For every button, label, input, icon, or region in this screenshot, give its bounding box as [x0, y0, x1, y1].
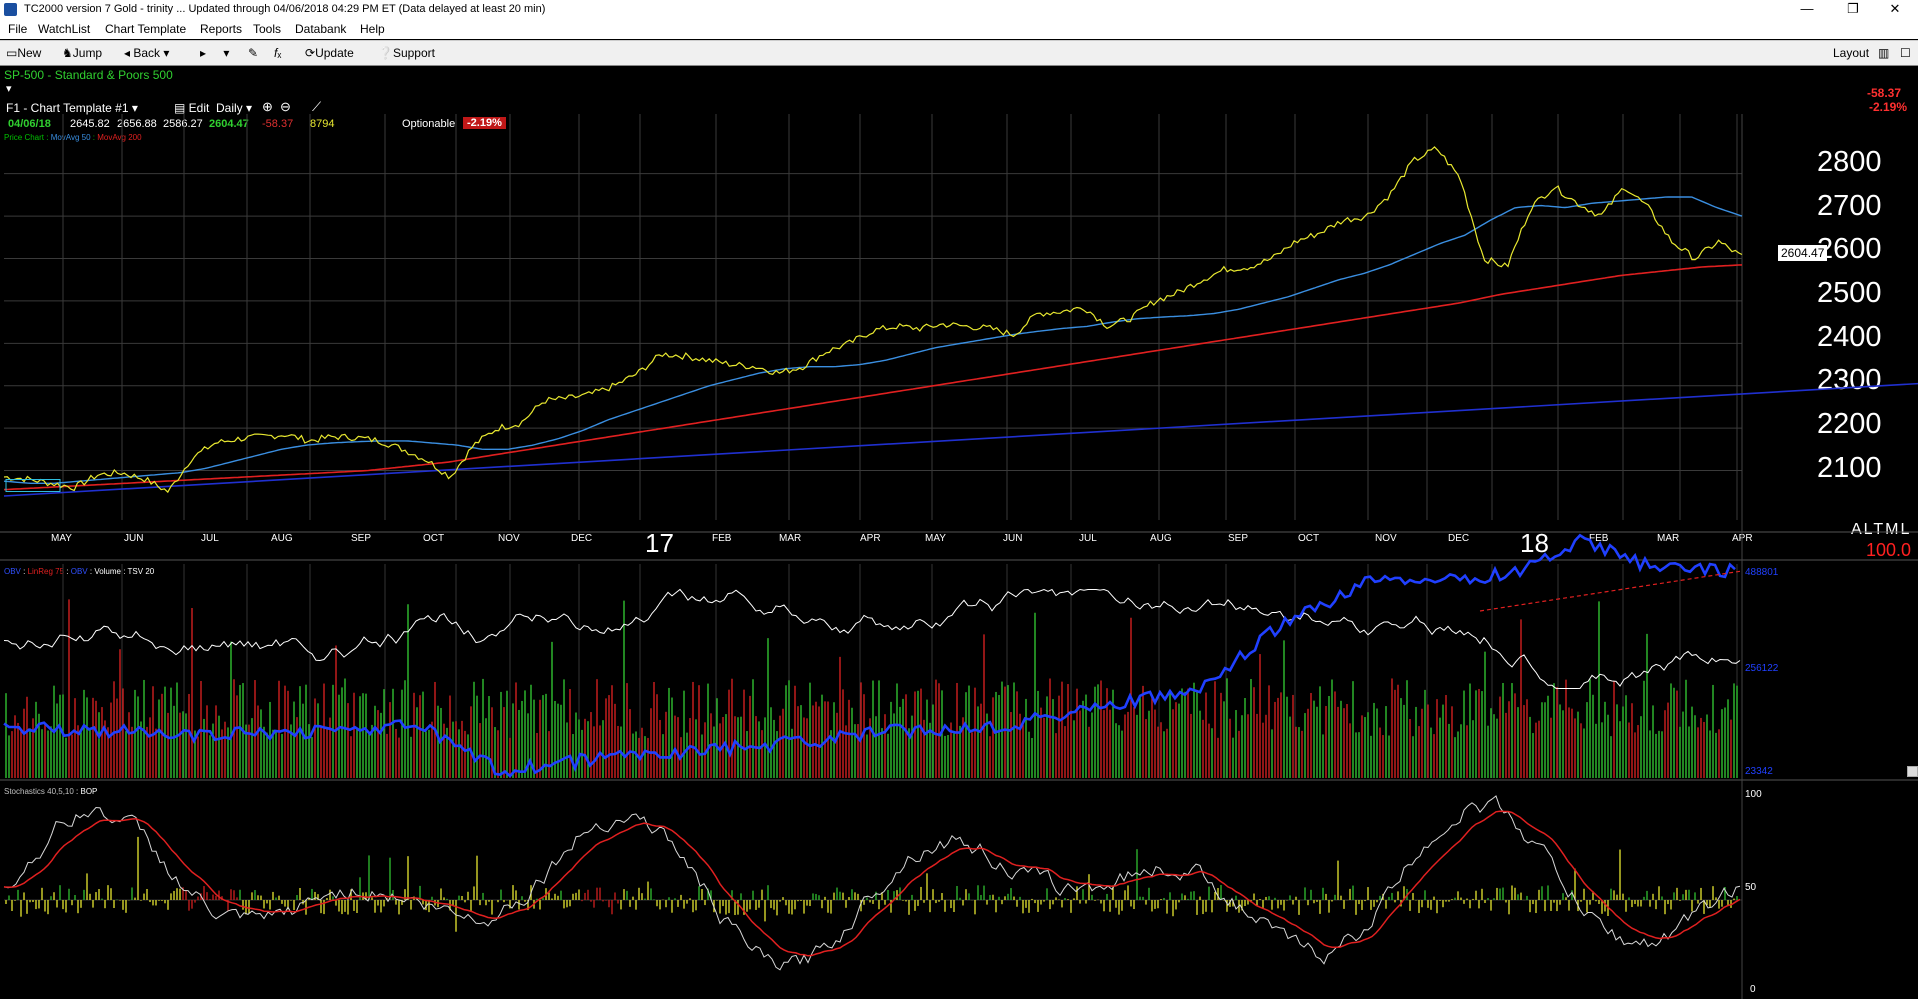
chart-area: SP-500 - Standard & Poors 500 ▾ F1 - Cha…: [0, 66, 1918, 999]
price-panel: [3, 146, 1918, 497]
function-icon: fₓ: [274, 46, 282, 60]
back-icon: ◂: [124, 46, 134, 60]
new-icon: ▭: [6, 46, 18, 60]
menu-help[interactable]: Help: [360, 22, 385, 36]
new-button[interactable]: ▭New: [6, 46, 41, 60]
menu-chart-template[interactable]: Chart Template: [105, 22, 186, 36]
trendline: [3, 382, 1918, 497]
charts-canvas[interactable]: [0, 66, 1918, 999]
layout-grid-icon[interactable]: ▥: [1878, 46, 1889, 60]
draw-tool-button[interactable]: ✎: [248, 46, 258, 60]
forward-button[interactable]: ▸ ▾: [200, 46, 229, 60]
menu-tools[interactable]: Tools: [253, 22, 281, 36]
fullscreen-icon[interactable]: ☐: [1900, 46, 1911, 60]
tsv-line: [3, 588, 1741, 689]
maximize-button[interactable]: ❐: [1830, 0, 1876, 19]
forward-icon: ▸: [200, 46, 207, 60]
back-button[interactable]: ◂ Back ▾: [124, 46, 169, 60]
stochastics-panel: [3, 795, 1741, 971]
close-button[interactable]: ✕: [1872, 0, 1918, 19]
chart-grid: [0, 114, 1918, 999]
ma50-line: [3, 196, 1743, 484]
pencil-icon: ✎: [248, 46, 259, 60]
toolbar: ▭New ♞Jump ◂ Back ▾ ▸ ▾ ✎ fₓ ⟳Update ❔Su…: [0, 40, 1918, 66]
forward-dropdown-icon[interactable]: ▾: [223, 46, 229, 60]
menu-file[interactable]: File: [8, 22, 27, 36]
back-dropdown-icon[interactable]: ▾: [163, 46, 169, 60]
ma200-line: [3, 264, 1743, 491]
title-bar: TC2000 version 7 Gold - trinity ... Upda…: [0, 0, 1918, 19]
menu-bar: File WatchList Chart Template Reports To…: [0, 19, 1918, 39]
support-button[interactable]: ❔Support: [378, 46, 435, 60]
volume-panel: [3, 533, 1743, 778]
menu-reports[interactable]: Reports: [200, 22, 242, 36]
price-line: [3, 146, 1743, 494]
update-button[interactable]: ⟳Update: [305, 46, 354, 60]
menu-databank[interactable]: Databank: [295, 22, 346, 36]
app-icon: [4, 3, 17, 16]
formula-button[interactable]: fₓ: [274, 46, 281, 60]
minimize-button[interactable]: —: [1784, 0, 1830, 19]
jump-icon: ♞: [62, 46, 73, 60]
update-icon: ⟳: [305, 46, 316, 60]
window-title: TC2000 version 7 Gold - trinity ... Upda…: [24, 3, 546, 15]
menu-watchlist[interactable]: WatchList: [38, 22, 90, 36]
support-icon: ❔: [378, 46, 393, 60]
jump-button[interactable]: ♞Jump: [62, 46, 102, 60]
stoch-d-line: [3, 810, 1741, 957]
layout-button[interactable]: Layout: [1833, 46, 1869, 60]
